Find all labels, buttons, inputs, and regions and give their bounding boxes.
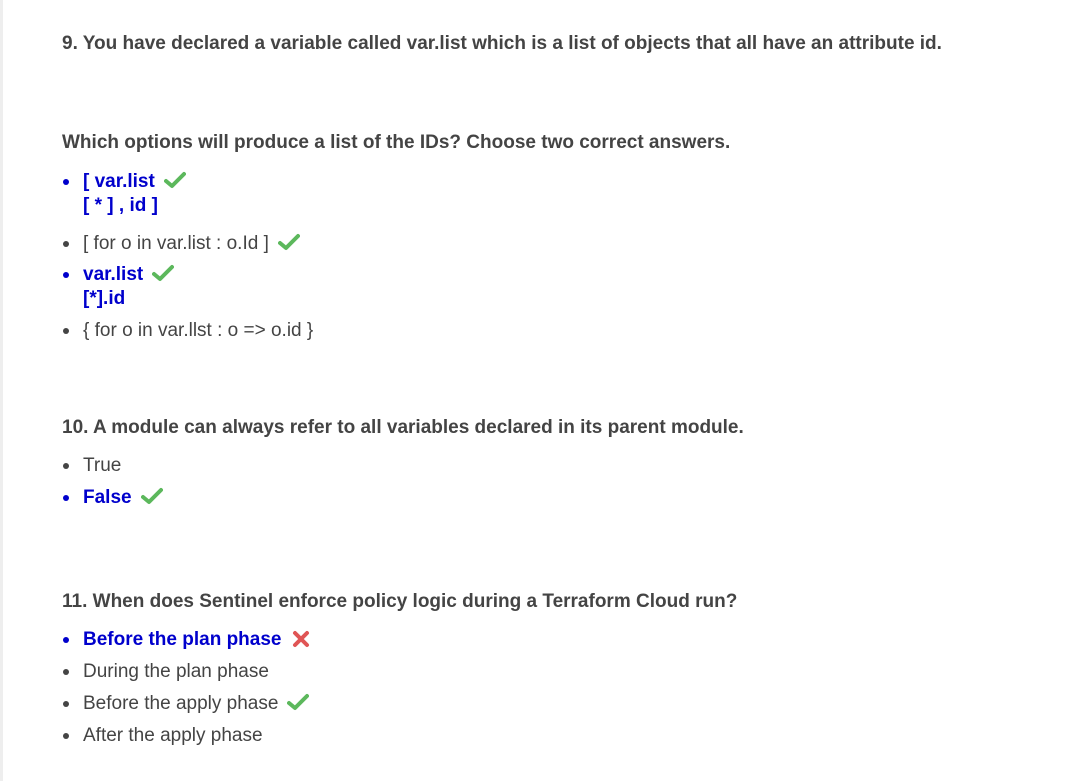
check-icon: [152, 264, 175, 281]
answer-option[interactable]: { for o in var.llst : o => o.id }: [62, 319, 313, 343]
question-10-title: 10. A module can always refer to all var…: [62, 417, 744, 438]
bullet: [63, 733, 69, 739]
question-11-title: 11. When does Sentinel enforce policy lo…: [62, 591, 738, 612]
check-icon: [163, 171, 186, 188]
question-9-options: [ var.list [ * ] , id ] [ for o in var.l…: [62, 170, 313, 343]
option-text: True: [83, 455, 122, 476]
option-text-continued: [*].id: [83, 288, 126, 309]
answer-option[interactable]: [ var.list [ * ] , id ]: [62, 170, 313, 218]
bullet: [63, 669, 69, 675]
bullet: [63, 179, 69, 185]
bullet: [63, 328, 69, 334]
bullet: [63, 272, 69, 278]
bullet: [63, 495, 69, 501]
answer-option[interactable]: Before the plan phase: [62, 628, 311, 652]
bullet: [63, 701, 69, 707]
left-border: [0, 0, 3, 781]
option-text: False: [83, 487, 132, 508]
check-icon: [140, 487, 163, 504]
option-text: [ var.list: [83, 171, 155, 192]
bullet: [63, 463, 69, 469]
check-icon: [287, 693, 310, 710]
answer-option[interactable]: var.list [*].id: [62, 263, 313, 311]
option-text: [ for o in var.list : o.Id ]: [83, 233, 269, 254]
option-text-continued: [ * ] , id ]: [83, 195, 158, 216]
question-10-options: True False: [62, 454, 163, 518]
option-text: { for o in var.llst : o => o.id }: [83, 320, 314, 341]
option-text: Before the plan phase: [83, 629, 282, 650]
question-9-instruction: Which options will produce a list of the…: [62, 132, 731, 153]
option-text: var.list: [83, 264, 144, 285]
answer-option[interactable]: [ for o in var.list : o.Id ]: [62, 232, 313, 256]
answer-option[interactable]: False: [62, 486, 163, 510]
answer-option[interactable]: After the apply phase: [62, 724, 311, 748]
bullet: [63, 241, 69, 247]
option-text: Before the apply phase: [83, 693, 279, 714]
answer-option[interactable]: During the plan phase: [62, 660, 311, 684]
check-icon: [277, 233, 300, 250]
question-11-options: Before the plan phase During the plan ph…: [62, 628, 311, 756]
answer-option[interactable]: Before the apply phase: [62, 692, 311, 716]
option-text: After the apply phase: [83, 725, 263, 746]
cross-icon: [292, 630, 309, 647]
option-text: During the plan phase: [83, 661, 269, 682]
answer-option[interactable]: True: [62, 454, 163, 478]
bullet: [63, 637, 69, 643]
question-9-title: 9. You have declared a variable called v…: [62, 33, 942, 54]
